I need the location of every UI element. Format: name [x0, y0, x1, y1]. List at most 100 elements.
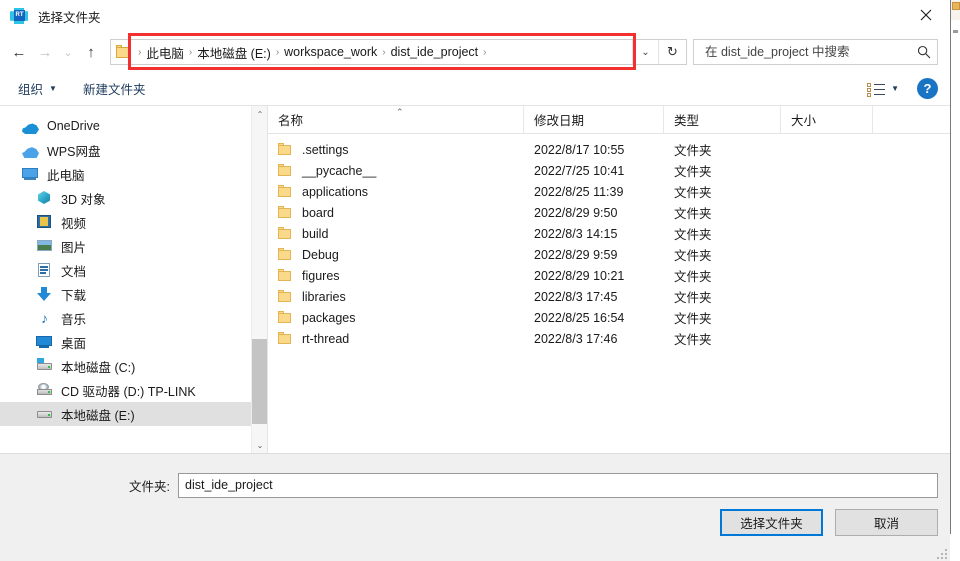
view-mode-icon[interactable]	[867, 82, 887, 96]
organize-button[interactable]: 组织 ▼	[18, 79, 57, 98]
refresh-icon[interactable]: ↻	[658, 40, 686, 64]
file-name-cell: applications	[268, 185, 524, 199]
column-header-name[interactable]: 名称 ⌃	[268, 106, 524, 134]
up-button[interactable]: ↑	[78, 38, 104, 66]
folder-icon	[278, 290, 293, 303]
file-list-pane: 名称 ⌃ 修改日期 类型 大小 .settings 2022/8/17 10:5…	[268, 106, 950, 453]
sidebar-item-videos[interactable]: 视频	[0, 210, 251, 234]
new-folder-button[interactable]: 新建文件夹	[83, 79, 146, 98]
column-header-type[interactable]: 类型	[664, 106, 781, 134]
sidebar-item-label: 文档	[61, 261, 86, 280]
file-date-cell: 2022/8/3 14:15	[524, 227, 664, 241]
file-date-cell: 2022/8/3 17:45	[524, 290, 664, 304]
select-folder-button[interactable]: 选择文件夹	[720, 509, 823, 536]
scroll-up-icon[interactable]: ⌃	[252, 106, 268, 122]
search-box[interactable]	[693, 39, 938, 65]
breadcrumb-item-dist-ide-project[interactable]: dist_ide_project	[391, 45, 479, 59]
sidebar-item-pictures[interactable]: 图片	[0, 234, 251, 258]
navigation-pane: OneDrive WPS网盘 此电脑 3D 对象	[0, 106, 268, 453]
select-folder-dialog: RT 选择文件夹 ← → ⌄ ↑ › 此电脑 › 本地磁盘 (E:) › wor…	[0, 0, 951, 534]
column-header-name-label: 名称	[278, 110, 303, 129]
sidebar-item-onedrive[interactable]: OneDrive	[0, 114, 251, 138]
table-row[interactable]: build 2022/8/3 14:15 文件夹	[268, 223, 950, 244]
back-button[interactable]: ←	[6, 38, 32, 66]
wps-cloud-icon	[22, 142, 39, 158]
forward-button[interactable]: →	[32, 38, 58, 66]
window-title: 选择文件夹	[38, 7, 101, 26]
sidebar-item-local-disk-e[interactable]: 本地磁盘 (E:)	[0, 402, 251, 426]
onedrive-icon	[22, 118, 39, 134]
chevron-down-icon[interactable]: ⌄	[632, 40, 658, 64]
scroll-down-icon[interactable]: ⌄	[252, 437, 268, 453]
breadcrumb-item-this-pc[interactable]: 此电脑	[146, 43, 184, 62]
videos-icon	[36, 214, 53, 230]
documents-icon	[36, 262, 53, 278]
sidebar-item-3d-objects[interactable]: 3D 对象	[0, 186, 251, 210]
file-name-cell: board	[268, 206, 524, 220]
sidebar-item-local-disk-c[interactable]: 本地磁盘 (C:)	[0, 354, 251, 378]
column-header-row: 名称 ⌃ 修改日期 类型 大小	[268, 106, 950, 134]
rt-thread-icon: RT	[10, 6, 30, 26]
file-name-cell: libraries	[268, 290, 524, 304]
file-type-cell: 文件夹	[664, 224, 781, 243]
sidebar-item-label: CD 驱动器 (D:) TP-LINK	[61, 381, 196, 400]
file-name-cell: rt-thread	[268, 332, 524, 346]
folder-icon	[278, 269, 293, 282]
local-disk-icon	[36, 358, 53, 374]
title-bar: RT 选择文件夹	[0, 0, 950, 32]
address-bar[interactable]: › 此电脑 › 本地磁盘 (E:) › workspace_work › dis…	[110, 39, 687, 65]
folder-name-label: 文件夹:	[0, 476, 178, 495]
file-name-cell: __pycache__	[268, 164, 524, 178]
3d-objects-icon	[36, 190, 53, 206]
file-date-cell: 2022/8/29 9:59	[524, 248, 664, 262]
table-row[interactable]: Debug 2022/8/29 9:59 文件夹	[268, 244, 950, 265]
help-button[interactable]: ?	[917, 78, 938, 99]
sidebar-item-label: 音乐	[61, 309, 86, 328]
chevron-down-icon: ▼	[49, 84, 57, 93]
file-name-cell: .settings	[268, 143, 524, 157]
sidebar-item-downloads[interactable]: 下载	[0, 282, 251, 306]
table-row[interactable]: libraries 2022/8/3 17:45 文件夹	[268, 286, 950, 307]
column-header-date[interactable]: 修改日期	[524, 106, 664, 134]
sidebar-item-documents[interactable]: 文档	[0, 258, 251, 282]
file-type-cell: 文件夹	[664, 140, 781, 159]
breadcrumb-item-local-disk-e[interactable]: 本地磁盘 (E:)	[197, 43, 271, 62]
table-row[interactable]: applications 2022/8/25 11:39 文件夹	[268, 181, 950, 202]
sidebar-item-music[interactable]: ♪ 音乐	[0, 306, 251, 330]
sidebar-scrollbar-thumb[interactable]	[252, 339, 268, 424]
table-row[interactable]: rt-thread 2022/8/3 17:46 文件夹	[268, 328, 950, 349]
recent-locations-button[interactable]: ⌄	[58, 38, 78, 66]
this-pc-icon	[22, 166, 39, 182]
file-type-cell: 文件夹	[664, 266, 781, 285]
breadcrumb-separator: ›	[184, 47, 197, 58]
table-row[interactable]: .settings 2022/8/17 10:55 文件夹	[268, 139, 950, 160]
sidebar-item-desktop[interactable]: 桌面	[0, 330, 251, 354]
resize-grip[interactable]	[935, 547, 947, 559]
close-icon[interactable]	[906, 0, 946, 30]
sidebar-item-label: 下载	[61, 285, 86, 304]
file-name-label: libraries	[302, 290, 346, 304]
file-name-label: .settings	[302, 143, 349, 157]
view-mode-chevron-down-icon[interactable]: ▼	[891, 84, 899, 93]
table-row[interactable]: packages 2022/8/25 16:54 文件夹	[268, 307, 950, 328]
table-row[interactable]: figures 2022/8/29 10:21 文件夹	[268, 265, 950, 286]
navigation-bar: ← → ⌄ ↑ › 此电脑 › 本地磁盘 (E:) › workspace_wo…	[0, 32, 950, 72]
table-row[interactable]: board 2022/8/29 9:50 文件夹	[268, 202, 950, 223]
column-header-size[interactable]: 大小	[781, 106, 873, 134]
music-icon: ♪	[36, 310, 53, 326]
search-input[interactable]	[703, 44, 917, 60]
sidebar-item-cd-drive-d[interactable]: CD 驱动器 (D:) TP-LINK	[0, 378, 251, 402]
table-row[interactable]: __pycache__ 2022/7/25 10:41 文件夹	[268, 160, 950, 181]
file-name-label: board	[302, 206, 334, 220]
cancel-button[interactable]: 取消	[835, 509, 938, 536]
breadcrumb-item-workspace-work[interactable]: workspace_work	[284, 45, 377, 59]
file-name-label: __pycache__	[302, 164, 376, 178]
breadcrumb-separator: ›	[133, 47, 146, 58]
sidebar-item-wps-cloud[interactable]: WPS网盘	[0, 138, 251, 162]
organize-label: 组织	[18, 79, 43, 98]
folder-name-input[interactable]	[178, 473, 938, 498]
file-name-label: build	[302, 227, 328, 241]
file-name-label: Debug	[302, 248, 339, 262]
sidebar-scrollbar[interactable]: ⌃ ⌄	[251, 106, 267, 453]
sidebar-item-this-pc[interactable]: 此电脑	[0, 162, 251, 186]
